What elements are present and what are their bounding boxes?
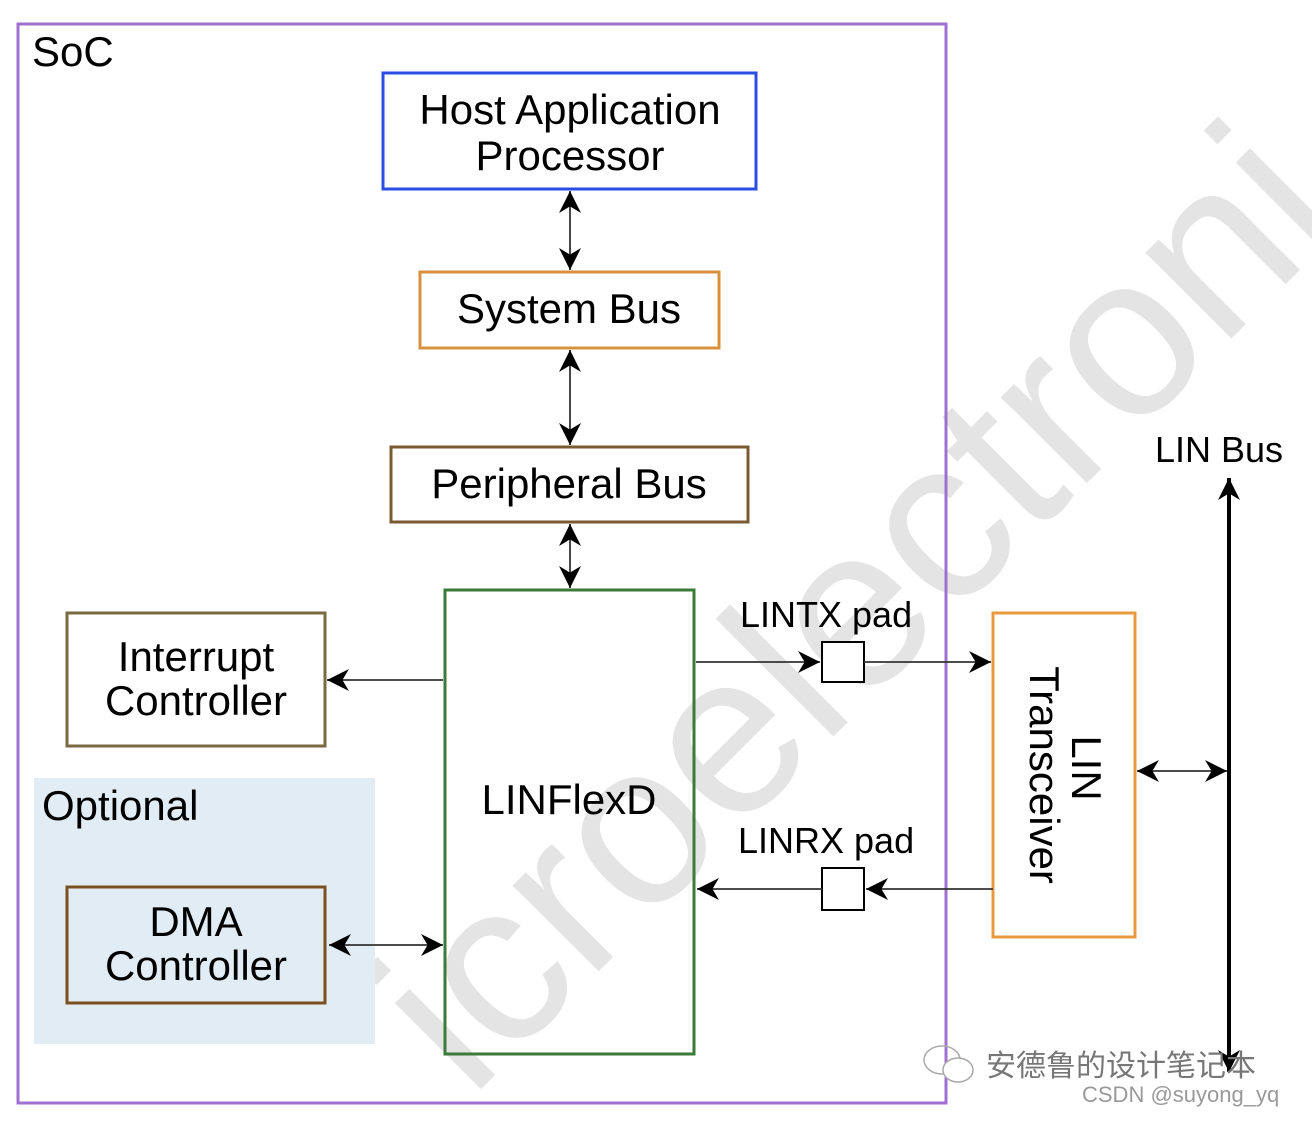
wechat-icon (923, 1045, 974, 1083)
linflexd-label: LINFlexD (481, 776, 656, 823)
linflexd-block-diagram: icroelectroni SoC Optional Host Applicat… (16, 22, 1312, 1134)
interrupt-label-line2: Controller (105, 677, 287, 724)
optional-label: Optional (42, 782, 198, 829)
interrupt-controller-block: Interrupt Controller (65, 611, 327, 748)
soc-label: SoC (32, 28, 114, 75)
csdn-watermark: CSDN @suyong_yq (1082, 1082, 1279, 1107)
interrupt-label-line1: Interrupt (118, 633, 275, 680)
signature-watermark: 安德鲁的设计笔记本 (986, 1050, 1256, 1083)
dma-controller-block: DMA Controller (65, 885, 327, 1005)
transceiver-label-line1: LIN (1063, 735, 1110, 800)
linrx-pad-label: LINRX pad (738, 820, 914, 861)
system-bus-label: System Bus (457, 285, 681, 332)
system-bus-block: System Bus (418, 270, 721, 350)
host-label-line1: Host Application (419, 86, 720, 133)
lintx-pad-label: LINTX pad (740, 594, 912, 635)
lin-transceiver-block: LIN Transceiver (991, 611, 1137, 939)
host-application-processor-block: Host Application Processor (381, 71, 758, 191)
linrx-pad (821, 867, 865, 911)
dma-label-line2: Controller (105, 942, 287, 989)
lin-bus-label: LIN Bus (1155, 429, 1283, 470)
host-label-line2: Processor (475, 132, 664, 179)
transceiver-label-line2: Transceiver (1021, 666, 1068, 884)
lintx-pad (821, 641, 865, 683)
peripheral-bus-block: Peripheral Bus (389, 445, 750, 524)
dma-label-line1: DMA (149, 898, 242, 945)
peripheral-bus-label: Peripheral Bus (431, 460, 706, 507)
